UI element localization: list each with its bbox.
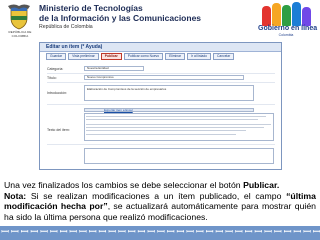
export-excel-link[interactable]: Exportar ítem a Excel xyxy=(104,108,133,112)
row-divider xyxy=(47,82,275,83)
text-line xyxy=(86,130,246,131)
text-line xyxy=(86,116,266,117)
crest-caption: REPÚBLICA DE COLOMBIA xyxy=(8,30,32,38)
people-figures-icon xyxy=(262,2,312,26)
cancel-button[interactable]: Cancelar xyxy=(213,53,235,60)
gel-logo-sub: Colombia xyxy=(278,33,294,37)
gobierno-en-linea-logo: Gobierno en línea Colombia xyxy=(258,2,318,38)
introduction-textarea[interactable]: Elaboración de Compromisos de la sección… xyxy=(84,85,254,101)
text-line xyxy=(86,134,236,135)
row-divider xyxy=(47,73,275,74)
text-line xyxy=(86,127,264,128)
introduction-value: Elaboración de Compromisos de la sección… xyxy=(87,87,167,91)
introduction-label: Introducción: xyxy=(47,91,68,95)
colombia-crest-icon xyxy=(8,4,30,30)
text-line xyxy=(86,124,271,125)
footer-band: ꟷꟷꟷꟷꟷꟷꟷꟷꟷꟷꟷꟷꟷꟷꟷꟷꟷꟷꟷꟷꟷꟷꟷꟷꟷꟷꟷꟷꟷꟷꟷꟷꟷꟷꟷꟷꟷꟷꟷꟷ… xyxy=(0,226,320,240)
delete-button[interactable]: Eliminar xyxy=(165,53,186,60)
row-divider xyxy=(47,144,275,145)
row-divider xyxy=(47,104,275,105)
ministry-subtitle: República de Colombia xyxy=(39,24,93,30)
note-label: Nota: xyxy=(4,190,27,201)
editor-toolbar: Guardar Vista preliminar Publicar Public… xyxy=(46,53,235,61)
publish-as-new-button[interactable]: Publicar como Nuevo xyxy=(123,53,164,60)
header: REPÚBLICA DE COLOMBIA Ministerio de Tecn… xyxy=(0,0,320,40)
ministry-logo: Ministerio de Tecnologías de la Informac… xyxy=(39,3,214,31)
ministry-name-line1: Ministerio de Tecnologías xyxy=(39,3,143,13)
note-text-part1: Si se realizan modificaciones a un ítem … xyxy=(26,190,287,201)
category-label: Categoría: xyxy=(47,67,64,71)
gel-logo-text: Gobierno en línea xyxy=(258,25,318,32)
extra-field[interactable] xyxy=(84,148,274,164)
edit-form: Categoría: Nuestra Entidad Título: Nuevo… xyxy=(44,64,278,168)
preview-button[interactable]: Vista preliminar xyxy=(68,53,99,60)
instructions-paragraph: Una vez finalizados los cambios se debe … xyxy=(4,180,316,222)
item-text-label: Texto del ítem: xyxy=(47,128,70,132)
title-input[interactable]: Nuevo Compromiso xyxy=(84,75,244,80)
editor-title: Editar un ítem (* Ayuda) xyxy=(40,43,281,52)
ministry-name-line2: de la Información y las Comunicaciones xyxy=(39,13,202,23)
publish-word: Publicar. xyxy=(243,180,280,190)
footer-pattern: ꟷꟷꟷꟷꟷꟷꟷꟷꟷꟷꟷꟷꟷꟷꟷꟷꟷꟷꟷꟷꟷꟷꟷꟷꟷꟷꟷꟷꟷꟷꟷꟷꟷꟷꟷꟷꟷꟷꟷꟷ… xyxy=(1,227,320,238)
instruction-sentence: Una vez finalizados los cambios se debe … xyxy=(4,180,241,190)
go-to-list-button[interactable]: Ir al listado xyxy=(187,53,212,60)
publish-button[interactable]: Publicar xyxy=(100,53,122,60)
save-button[interactable]: Guardar xyxy=(46,53,67,60)
title-label: Título: xyxy=(47,76,57,80)
text-line xyxy=(86,119,258,120)
editor-screenshot: Editar un ítem (* Ayuda) Guardar Vista p… xyxy=(39,42,282,170)
category-select[interactable]: Nuestra Entidad xyxy=(84,66,144,71)
